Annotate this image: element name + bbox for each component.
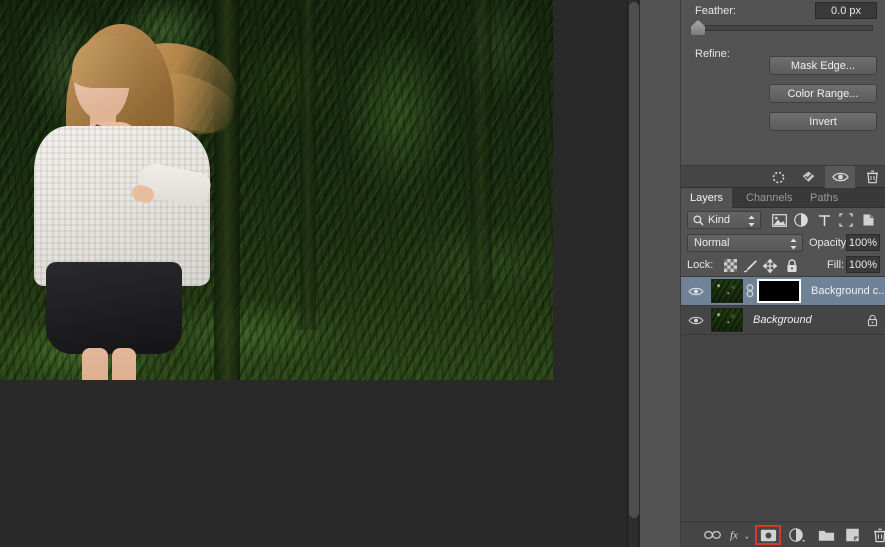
link-layers-icon[interactable] bbox=[701, 525, 723, 545]
filter-shape-layers-icon[interactable] bbox=[836, 210, 856, 230]
blend-mode-row: Normal Opacity: 100% bbox=[681, 232, 885, 254]
apply-mask-icon[interactable] bbox=[793, 166, 823, 188]
new-layer-icon[interactable] bbox=[841, 525, 863, 545]
tree-trunk-mid bbox=[300, 0, 316, 330]
mask-link-icon[interactable] bbox=[743, 284, 757, 298]
search-icon bbox=[693, 215, 704, 226]
scrollbar-thumb[interactable] bbox=[629, 2, 639, 518]
delete-layer-icon[interactable] bbox=[869, 525, 885, 545]
color-range-button[interactable]: Color Range... bbox=[769, 84, 877, 103]
opacity-label: Opacity: bbox=[809, 237, 850, 249]
lock-image-pixels-icon[interactable] bbox=[741, 257, 759, 274]
table-row[interactable]: Background bbox=[681, 306, 885, 335]
lock-label: Lock: bbox=[687, 259, 714, 271]
add-layer-mask-icon[interactable] bbox=[755, 525, 781, 545]
svg-text:fx: fx bbox=[730, 530, 738, 542]
layer-visibility-eye-icon[interactable] bbox=[681, 277, 711, 305]
layer-locked-icon bbox=[859, 314, 885, 327]
left-leg bbox=[82, 348, 108, 380]
panel-tabs: Layers Channels Paths bbox=[681, 188, 885, 208]
feather-value-input[interactable]: 0.0 px bbox=[815, 2, 877, 19]
lock-row: Lock: Fill: 100% bbox=[681, 254, 885, 276]
toggle-mask-visibility-icon[interactable] bbox=[825, 166, 855, 188]
layer-mask-thumbnail[interactable] bbox=[757, 279, 801, 303]
layer-visibility-eye-icon[interactable] bbox=[681, 306, 711, 334]
refine-label: Refine: bbox=[695, 48, 730, 60]
tab-channels[interactable]: Channels bbox=[737, 188, 801, 208]
feather-slider-handle[interactable] bbox=[691, 20, 705, 35]
layers-panel-bottom-bar: fx bbox=[681, 521, 885, 547]
fill-label: Fill: bbox=[827, 259, 845, 271]
panel-gutter bbox=[640, 0, 681, 547]
feather-slider-track[interactable] bbox=[695, 25, 873, 31]
subject-figure bbox=[20, 18, 242, 380]
filter-type-layers-icon[interactable] bbox=[814, 210, 834, 230]
load-selection-from-mask-icon[interactable] bbox=[763, 166, 793, 188]
mask-edge-button[interactable]: Mask Edge... bbox=[769, 56, 877, 75]
layer-thumbnail[interactable] bbox=[711, 279, 743, 303]
right-leg bbox=[112, 348, 136, 380]
opacity-input[interactable]: 100% bbox=[846, 234, 880, 251]
fill-input[interactable]: 100% bbox=[846, 256, 880, 273]
new-group-icon[interactable] bbox=[815, 525, 837, 545]
right-panel-column: Feather: 0.0 px Refine: Mask Edge... Col… bbox=[681, 0, 885, 547]
layer-filter-kind-label: Kind bbox=[708, 214, 731, 226]
blend-mode-value: Normal bbox=[694, 237, 730, 249]
black-skirt bbox=[46, 262, 182, 354]
invert-button[interactable]: Invert bbox=[769, 112, 877, 131]
layer-thumbnail[interactable] bbox=[711, 308, 743, 332]
lock-position-icon[interactable] bbox=[761, 257, 779, 274]
filter-smart-object-icon[interactable] bbox=[858, 210, 878, 230]
layer-list[interactable]: Background c... Background bbox=[681, 276, 885, 508]
photoshop-window: Feather: 0.0 px Refine: Mask Edge... Col… bbox=[0, 0, 885, 547]
filter-adjustment-layers-icon[interactable] bbox=[791, 210, 811, 230]
document-canvas[interactable] bbox=[0, 0, 553, 380]
canvas-area[interactable] bbox=[0, 0, 627, 547]
layers-panel: Layers Channels Paths Kind Normal Opacit… bbox=[681, 188, 885, 547]
layer-name[interactable]: Background bbox=[753, 314, 859, 326]
layer-name[interactable]: Background c... bbox=[811, 285, 885, 297]
chevron-updown-icon bbox=[790, 238, 797, 250]
feather-label: Feather: bbox=[695, 5, 736, 17]
lock-all-icon[interactable] bbox=[783, 257, 801, 274]
filter-pixel-layers-icon[interactable] bbox=[769, 210, 789, 230]
layer-filter-row: Kind bbox=[681, 208, 885, 232]
masks-properties-panel: Feather: 0.0 px Refine: Mask Edge... Col… bbox=[681, 0, 885, 165]
tab-paths[interactable]: Paths bbox=[801, 188, 847, 208]
table-row[interactable]: Background c... bbox=[681, 277, 885, 306]
delete-mask-icon[interactable] bbox=[857, 166, 885, 188]
new-adjustment-layer-icon[interactable] bbox=[787, 525, 809, 545]
tree-trunk-right bbox=[470, 0, 492, 300]
layer-style-fx-icon[interactable]: fx bbox=[729, 525, 751, 545]
masks-panel-iconbar bbox=[681, 165, 885, 188]
lock-transparent-pixels-icon[interactable] bbox=[721, 257, 739, 274]
blend-mode-select[interactable]: Normal bbox=[687, 234, 803, 252]
canvas-vertical-scrollbar[interactable] bbox=[627, 0, 639, 547]
chevron-updown-icon bbox=[748, 215, 755, 227]
tab-layers[interactable]: Layers bbox=[681, 188, 733, 208]
layer-filter-kind-select[interactable]: Kind bbox=[687, 211, 761, 229]
